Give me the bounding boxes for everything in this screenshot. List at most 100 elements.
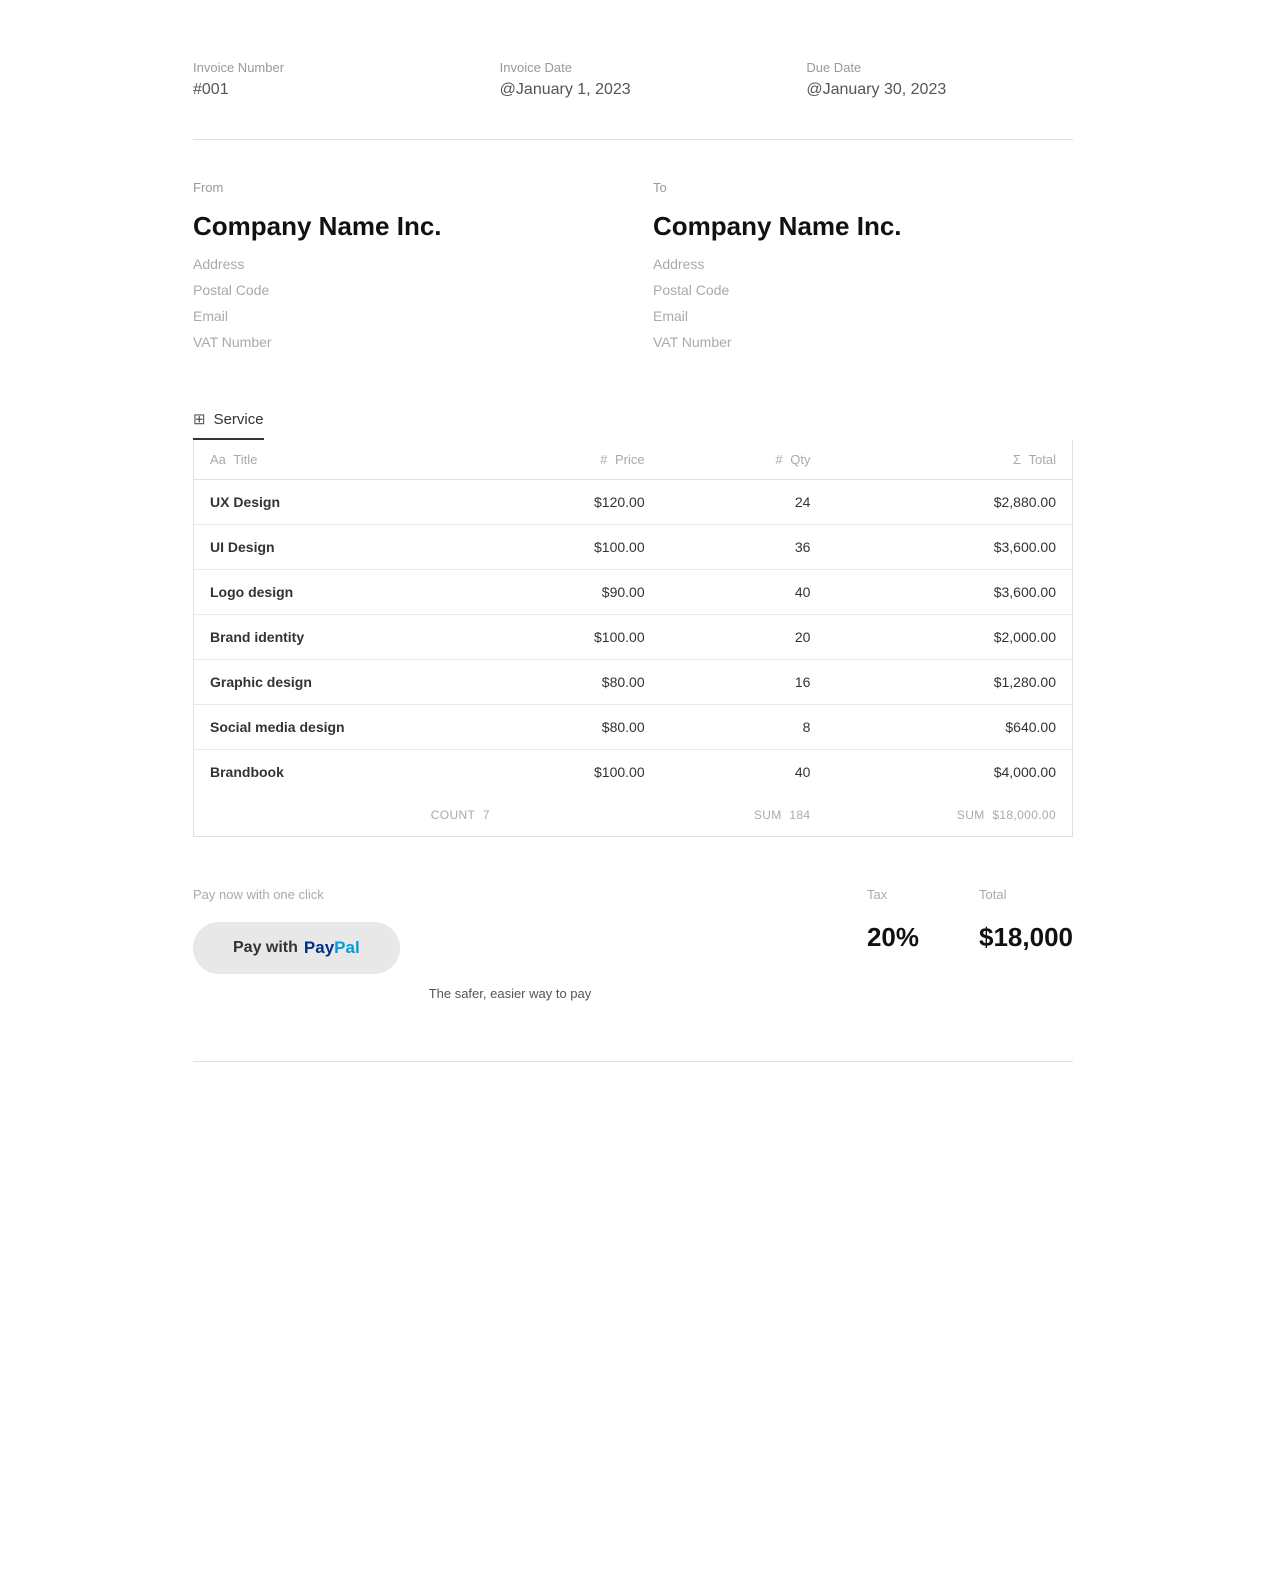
qty-prefix: #: [775, 452, 782, 467]
paypal-tagline: The safer, easier way to pay: [193, 986, 827, 1001]
tax-value: 20%: [867, 922, 919, 953]
table-header-row: Aa Title # Price # Qty Σ: [194, 440, 1072, 480]
due-date-field: Due Date @January 30, 2023: [806, 60, 1073, 99]
payment-left: Pay now with one click Pay with PayPal T…: [193, 887, 827, 1001]
row-qty: 40: [661, 570, 827, 615]
table-row: Social media design $80.00 8 $640.00: [194, 705, 1072, 750]
to-email: Email: [653, 308, 1073, 324]
tax-label: Tax: [867, 887, 919, 902]
paypal-button-text: Pay with: [233, 939, 298, 957]
row-qty: 40: [661, 750, 827, 795]
row-title: Graphic design: [194, 660, 506, 705]
total-header-label: Total: [1029, 452, 1056, 467]
service-table: Aa Title # Price # Qty Σ: [194, 440, 1072, 836]
invoice-date-value: @January 1, 2023: [500, 81, 767, 99]
total-prefix: Σ: [1013, 452, 1021, 467]
from-email: Email: [193, 308, 613, 324]
row-total: $2,880.00: [826, 480, 1072, 525]
row-total: $1,280.00: [826, 660, 1072, 705]
sum-total-value: $18,000.00: [992, 808, 1056, 822]
to-address: Address: [653, 256, 1073, 272]
tax-column: Tax 20%: [867, 887, 919, 953]
total-column: Total $18,000: [979, 887, 1073, 953]
price-prefix: #: [600, 452, 607, 467]
from-postal-code: Postal Code: [193, 282, 613, 298]
sum-total-cell: SUM $18,000.00: [826, 794, 1072, 836]
from-company-name: Company Name Inc.: [193, 211, 613, 242]
count-value: 7: [483, 808, 490, 822]
row-price: $100.00: [506, 750, 661, 795]
from-address: Address: [193, 256, 613, 272]
service-table-wrapper: Aa Title # Price # Qty Σ: [193, 440, 1073, 837]
from-vat-number: VAT Number: [193, 334, 613, 350]
header-divider: [193, 139, 1073, 140]
table-row: UX Design $120.00 24 $2,880.00: [194, 480, 1072, 525]
row-qty: 36: [661, 525, 827, 570]
payment-label: Pay now with one click: [193, 887, 827, 902]
row-price: $100.00: [506, 615, 661, 660]
service-section: ⊞ Service Aa Title # Price: [193, 410, 1073, 837]
col-title-header: Aa Title: [194, 440, 506, 480]
row-total: $3,600.00: [826, 525, 1072, 570]
row-qty: 24: [661, 480, 827, 525]
due-date-value: @January 30, 2023: [806, 81, 1073, 99]
row-title: Brand identity: [194, 615, 506, 660]
row-price: $80.00: [506, 705, 661, 750]
sum-total-label: SUM: [957, 808, 985, 822]
row-title: UX Design: [194, 480, 506, 525]
service-tab[interactable]: ⊞ Service: [193, 410, 264, 440]
bottom-divider: [193, 1061, 1073, 1062]
to-vat-number: VAT Number: [653, 334, 1073, 350]
table-row: Brand identity $100.00 20 $2,000.00: [194, 615, 1072, 660]
summary-row: COUNT 7 SUM 184 SUM $18,000.00: [194, 794, 1072, 836]
invoice-date-label: Invoice Date: [500, 60, 767, 75]
col-price-header: # Price: [506, 440, 661, 480]
paypal-button[interactable]: Pay with PayPal: [193, 922, 400, 974]
row-title: Social media design: [194, 705, 506, 750]
invoice-date-field: Invoice Date @January 1, 2023: [500, 60, 767, 99]
count-label: COUNT: [431, 808, 475, 822]
total-label: Total: [979, 887, 1073, 902]
row-title: UI Design: [194, 525, 506, 570]
service-tab-label: Service: [214, 411, 264, 428]
row-price: $100.00: [506, 525, 661, 570]
table-row: Brandbook $100.00 40 $4,000.00: [194, 750, 1072, 795]
to-label: To: [653, 180, 1073, 195]
invoice-number-label: Invoice Number: [193, 60, 460, 75]
row-price: $90.00: [506, 570, 661, 615]
row-total: $2,000.00: [826, 615, 1072, 660]
row-qty: 20: [661, 615, 827, 660]
price-header-label: Price: [615, 452, 645, 467]
invoice-number-value: #001: [193, 81, 460, 99]
row-total: $3,600.00: [826, 570, 1072, 615]
row-title: Logo design: [194, 570, 506, 615]
table-icon: ⊞: [193, 410, 206, 428]
col-qty-header: # Qty: [661, 440, 827, 480]
qty-header-label: Qty: [790, 452, 810, 467]
from-section: From Company Name Inc. Address Postal Co…: [193, 180, 613, 360]
to-postal-code: Postal Code: [653, 282, 1073, 298]
row-qty: 16: [661, 660, 827, 705]
payment-right: Tax 20% Total $18,000: [867, 887, 1073, 953]
row-qty: 8: [661, 705, 827, 750]
sum-qty-label: SUM: [754, 808, 782, 822]
row-total: $4,000.00: [826, 750, 1072, 795]
table-row: Graphic design $80.00 16 $1,280.00: [194, 660, 1072, 705]
paypal-brand: PayPal: [304, 938, 360, 958]
col-total-header: Σ Total: [826, 440, 1072, 480]
table-row: UI Design $100.00 36 $3,600.00: [194, 525, 1072, 570]
to-company-name: Company Name Inc.: [653, 211, 1073, 242]
title-header-label: Title: [233, 452, 257, 467]
row-total: $640.00: [826, 705, 1072, 750]
row-price: $120.00: [506, 480, 661, 525]
count-cell: COUNT 7: [194, 794, 506, 836]
row-price: $80.00: [506, 660, 661, 705]
sum-qty-value: 184: [789, 808, 810, 822]
empty-summary-price: [506, 794, 661, 836]
total-value: $18,000: [979, 922, 1073, 953]
table-row: Logo design $90.00 40 $3,600.00: [194, 570, 1072, 615]
title-prefix: Aa: [210, 452, 226, 467]
invoice-number-field: Invoice Number #001: [193, 60, 460, 99]
row-title: Brandbook: [194, 750, 506, 795]
to-section: To Company Name Inc. Address Postal Code…: [653, 180, 1073, 360]
